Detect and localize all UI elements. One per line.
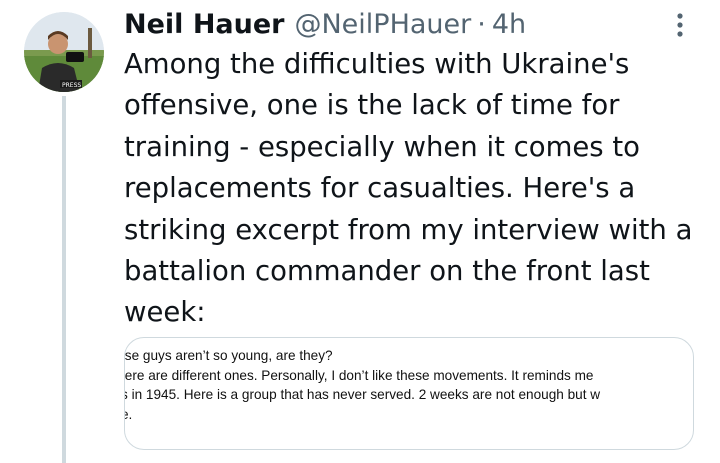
avatar[interactable]: PRESS <box>24 12 104 92</box>
tweet-header: Neil Hauer @NeilPHauer · 4h <box>124 8 526 42</box>
separator: · <box>477 9 486 40</box>
avatar-badge: PRESS <box>62 82 81 89</box>
media-text-block: ıse guys aren’t so young, are they? ıere… <box>124 346 693 424</box>
author-handle[interactable]: @NeilPHauer <box>294 8 471 42</box>
media-line: ıse guys aren’t so young, are they? <box>124 348 333 363</box>
media-attachment[interactable]: ıse guys aren’t so young, are they? ıere… <box>124 337 694 450</box>
media-line: ıere are different ones. Personally, I d… <box>124 367 594 383</box>
media-line: e. <box>125 406 133 422</box>
more-vertical-icon[interactable] <box>670 10 690 40</box>
timestamp[interactable]: 4h <box>492 8 526 42</box>
author-name[interactable]: Neil Hauer <box>124 8 284 42</box>
avatar-photo: PRESS <box>24 12 104 92</box>
tweet-text: Among the difficulties with Ukraine's of… <box>124 48 693 329</box>
thread-line <box>62 96 66 463</box>
media-line: s in 1945. Here is a group that has neve… <box>124 387 601 402</box>
